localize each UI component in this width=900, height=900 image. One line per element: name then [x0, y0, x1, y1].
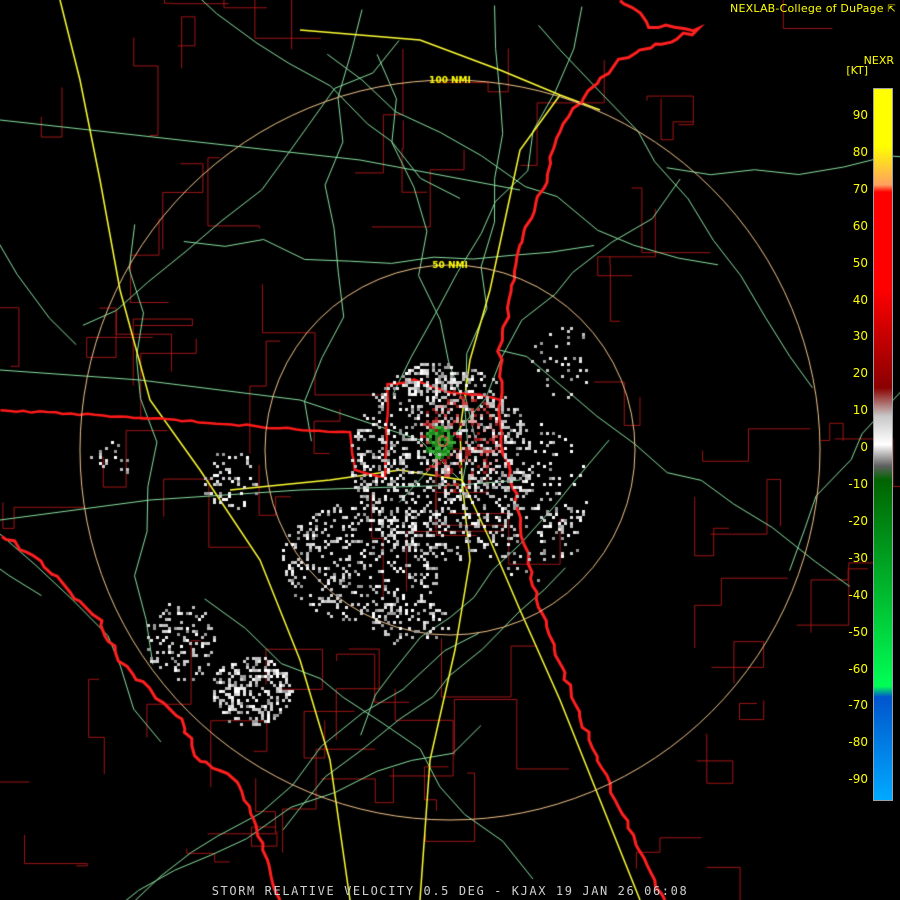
- scale-tick-label: -90: [848, 772, 868, 787]
- scale-tick-label: 0: [860, 440, 868, 455]
- scale-tick-label: -70: [848, 698, 868, 713]
- scale-tick-label: -50: [848, 624, 868, 639]
- radar-map: [0, 0, 900, 900]
- scale-tick-label: 80: [852, 144, 868, 159]
- scale-tick-label: 10: [852, 403, 868, 418]
- scale-tick-label: 60: [852, 218, 868, 233]
- scale-tick-label: 40: [852, 292, 868, 307]
- scale-tick-label: -30: [848, 550, 868, 565]
- nexlab-credit: NEXLAB-College of DuPage ⇱: [730, 2, 896, 15]
- velocity-units: [KT]: [846, 64, 868, 77]
- scale-tick-label: 30: [852, 329, 868, 344]
- scale-tick-label: 90: [852, 108, 868, 122]
- credit-text: NEXLAB-College of DuPage: [730, 2, 884, 15]
- product-caption: STORM RELATIVE VELOCITY 0.5 DEG - KJAX 1…: [211, 884, 689, 898]
- scale-tick-label: -20: [848, 513, 868, 528]
- scale-tick-label: -80: [848, 735, 868, 750]
- scale-tick-label: -40: [848, 587, 868, 602]
- external-link-icon: ⇱: [887, 4, 896, 15]
- velocity-color-scale: [873, 88, 893, 801]
- scale-tick-label: 20: [852, 366, 868, 381]
- scale-tick-label: -60: [848, 661, 868, 676]
- product-code: NEXR: [863, 54, 894, 67]
- scale-tick-label: 50: [852, 255, 868, 270]
- scale-tick-label: -10: [848, 477, 868, 491]
- scale-tick-label: 70: [852, 181, 868, 196]
